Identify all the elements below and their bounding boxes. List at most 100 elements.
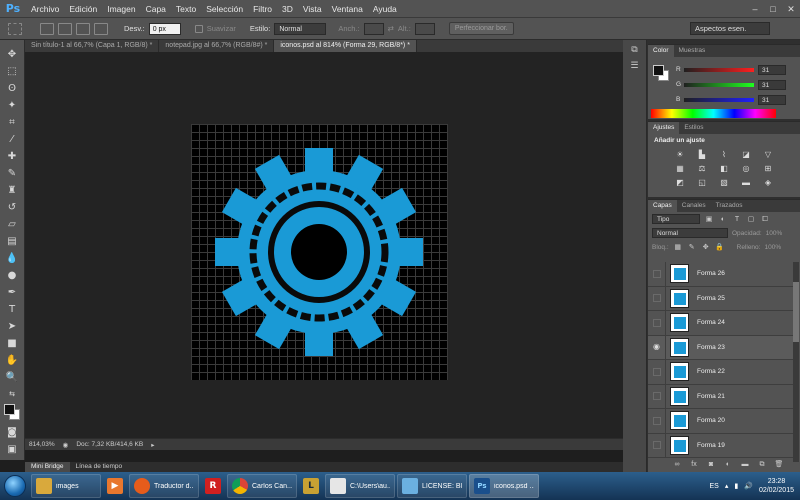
screen-mode-icon[interactable]: ▣ <box>4 442 20 457</box>
red-value[interactable]: 31 <box>758 64 786 75</box>
hue-saturation-icon[interactable]: ▦ <box>674 164 686 174</box>
close-button[interactable]: ✕ <box>784 3 798 15</box>
tab-swatches[interactable]: Muestras <box>674 45 711 57</box>
layer-name[interactable]: Forma 21 <box>697 393 725 400</box>
taskbar-notepad[interactable]: C:\Users\au... <box>325 474 395 498</box>
antialias-checkbox[interactable] <box>194 24 203 33</box>
visibility-toggle[interactable] <box>652 392 661 401</box>
feather-input[interactable]: 0 px <box>148 22 181 35</box>
color-foreground-swatch[interactable] <box>653 65 664 76</box>
layer-name[interactable]: Forma 20 <box>697 417 725 424</box>
pen-tool-icon[interactable]: ✒ <box>4 285 20 300</box>
workspace-select[interactable]: Aspectos esen. <box>690 22 770 35</box>
invert-icon[interactable]: ◩ <box>674 178 686 188</box>
width-input[interactable] <box>363 22 384 35</box>
menu-capa[interactable]: Capa <box>141 0 171 18</box>
new-group-icon[interactable]: ▬ <box>740 460 750 469</box>
info-icon[interactable]: ◉ <box>63 441 69 449</box>
taskbar-media-player[interactable]: ▶ <box>103 474 127 498</box>
add-mask-icon[interactable]: ◙ <box>706 460 716 469</box>
layer-row[interactable]: Forma 26 <box>648 262 793 287</box>
swap-icon[interactable]: ⇄ <box>388 24 394 33</box>
start-button[interactable] <box>0 472 30 500</box>
levels-icon[interactable]: ▙ <box>696 150 708 160</box>
brush-tool-icon[interactable]: ✎ <box>4 166 20 181</box>
filter-smart-icon[interactable]: ⧠ <box>760 215 770 224</box>
crop-tool-icon[interactable]: ⌗ <box>4 115 20 130</box>
layer-scrollbar[interactable] <box>793 262 799 462</box>
color-spectrum[interactable] <box>651 109 776 118</box>
layer-name[interactable]: Forma 24 <box>697 319 725 326</box>
black-white-icon[interactable]: ◧ <box>718 164 730 174</box>
tab-iconos[interactable]: iconos.psd al 814% (Forma 29, RGB/8*) * <box>274 40 417 52</box>
lasso-tool-icon[interactable]: ʘ <box>4 81 20 96</box>
eyedropper-icon[interactable]: ⁄ <box>4 132 20 147</box>
menu-ayuda[interactable]: Ayuda <box>368 0 402 18</box>
layer-row[interactable]: Forma 20 <box>648 408 793 434</box>
menu-edicion[interactable]: Edición <box>64 0 102 18</box>
tab-timeline[interactable]: Línea de tiempo <box>70 462 129 472</box>
layer-scrollbar-thumb[interactable] <box>793 282 799 342</box>
height-input[interactable] <box>414 22 435 35</box>
tray-arrow-icon[interactable]: ▴ <box>725 482 729 490</box>
layer-name[interactable]: Forma 23 <box>697 344 725 351</box>
fill-value[interactable]: 100% <box>764 244 781 251</box>
taskbar-app-r[interactable]: R <box>201 474 225 498</box>
layer-row[interactable]: Forma 21 <box>648 384 793 409</box>
lock-pixels-icon[interactable]: ✎ <box>687 243 697 252</box>
lock-transparency-icon[interactable]: ▦ <box>673 243 683 252</box>
blur-tool-icon[interactable]: 💧 <box>4 251 20 266</box>
tab-notepad[interactable]: notepad.jpg al 66,7% (RGB/8#) * <box>159 40 275 52</box>
curves-icon[interactable]: ⌇ <box>718 150 730 160</box>
zoom-tool-icon[interactable]: 🔍 <box>4 370 20 385</box>
taskbar-league[interactable]: L <box>299 474 323 498</box>
taskbar-firefox[interactable]: Traductor d... <box>129 474 199 498</box>
network-icon[interactable]: ▮ <box>734 482 738 490</box>
color-swatches[interactable] <box>3 403 21 421</box>
visibility-toggle[interactable] <box>652 416 661 425</box>
link-layers-icon[interactable]: ∞ <box>672 460 682 469</box>
path-selection-icon[interactable]: ➤ <box>4 319 20 334</box>
photo-filter-icon[interactable]: ◎ <box>740 164 752 174</box>
marquee-tool-icon[interactable]: ⬚ <box>4 64 20 79</box>
tab-channels[interactable]: Canales <box>677 200 711 212</box>
brightness-icon[interactable]: ☀ <box>674 150 686 160</box>
visibility-toggle[interactable] <box>652 294 661 303</box>
selective-color-icon[interactable]: ◈ <box>762 178 774 188</box>
opacity-value[interactable]: 100% <box>766 230 783 237</box>
quick-mask-icon[interactable]: ◙ <box>4 425 20 440</box>
properties-panel-icon[interactable]: ☰ <box>628 60 642 72</box>
color-balance-icon[interactable]: ⚖ <box>696 164 708 174</box>
magic-wand-icon[interactable]: ✦ <box>4 98 20 113</box>
language-indicator[interactable]: ES <box>710 483 719 490</box>
posterize-icon[interactable]: ◱ <box>696 178 708 188</box>
subtract-selection-icon[interactable] <box>76 22 90 35</box>
channel-mixer-icon[interactable]: ⊞ <box>762 164 774 174</box>
filter-shape-icon[interactable]: ▢ <box>746 215 756 224</box>
filter-pixel-icon[interactable]: ▣ <box>704 215 714 224</box>
new-selection-icon[interactable] <box>40 22 54 35</box>
exposure-icon[interactable]: ◪ <box>740 150 752 160</box>
gradient-map-icon[interactable]: ▬ <box>740 178 752 188</box>
intersect-selection-icon[interactable] <box>94 22 108 35</box>
gradient-tool-icon[interactable]: ▤ <box>4 234 20 249</box>
clock[interactable]: 23:28 02/02/2015 <box>759 477 794 495</box>
layer-name[interactable]: Forma 19 <box>697 442 725 449</box>
blue-value[interactable]: 31 <box>758 94 786 105</box>
taskbar-explorer[interactable]: images <box>31 474 101 498</box>
eraser-tool-icon[interactable]: ▱ <box>4 217 20 232</box>
style-select[interactable]: Normal <box>274 22 327 35</box>
layer-name[interactable]: Forma 22 <box>697 368 725 375</box>
taskbar-chrome[interactable]: Carlos Can... <box>227 474 297 498</box>
tab-color[interactable]: Color <box>648 45 674 57</box>
volume-icon[interactable]: 🔊 <box>744 482 753 490</box>
layer-row[interactable]: Forma 22 <box>648 359 793 385</box>
filter-adjust-icon[interactable]: ◐ <box>718 215 728 224</box>
tab-adjustments[interactable]: Ajustes <box>648 122 680 134</box>
history-panel-icon[interactable]: ⧉ <box>628 44 642 56</box>
eye-icon[interactable]: ◉ <box>653 343 661 351</box>
tab-sin-titulo[interactable]: Sin título-1 al 66,7% (Capa 1, RGB/8) * <box>25 40 160 52</box>
blend-mode-select[interactable]: Normal <box>652 228 728 238</box>
tab-mini-bridge[interactable]: Mini Bridge <box>25 462 70 472</box>
tab-layers[interactable]: Capas <box>648 200 677 212</box>
